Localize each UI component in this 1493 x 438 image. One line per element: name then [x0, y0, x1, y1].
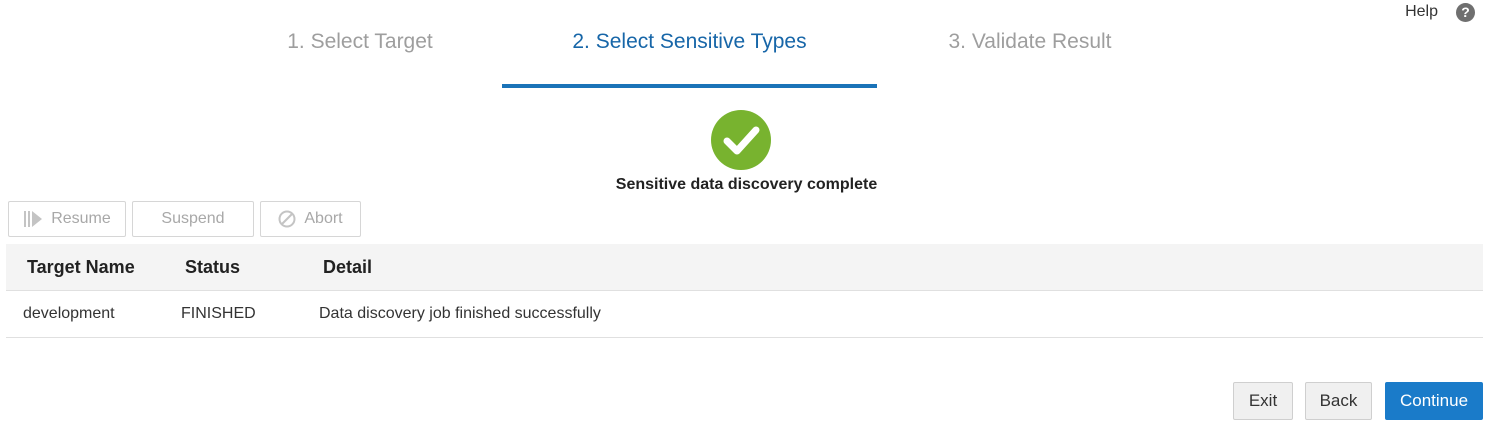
- exit-button[interactable]: Exit: [1233, 382, 1293, 420]
- train-step-select-target[interactable]: 1. Select Target: [260, 30, 460, 88]
- abort-button[interactable]: Abort: [260, 201, 361, 237]
- continue-button[interactable]: Continue: [1385, 382, 1483, 420]
- resume-label: Resume: [51, 210, 111, 227]
- wizard-train: 1. Select Target 2. Select Sensitive Typ…: [0, 0, 1493, 90]
- abort-icon: [278, 210, 296, 228]
- status-message: Sensitive data discovery complete: [615, 176, 878, 193]
- job-toolbar: Resume Suspend Abort: [8, 201, 361, 237]
- cell-target-name: development: [23, 305, 115, 322]
- column-header-target-name[interactable]: Target Name: [27, 244, 135, 290]
- train-step-select-sensitive-types[interactable]: 2. Select Sensitive Types: [502, 30, 877, 88]
- abort-label: Abort: [304, 210, 343, 227]
- table-row[interactable]: development FINISHED Data discovery job …: [6, 291, 1483, 338]
- cell-status: FINISHED: [181, 305, 256, 322]
- suspend-label: Suspend: [161, 210, 225, 227]
- resume-button[interactable]: Resume: [8, 201, 126, 237]
- current-step-indicator: [502, 84, 877, 88]
- cell-detail: Data discovery job finished successfully: [319, 305, 601, 322]
- back-button[interactable]: Back: [1305, 382, 1372, 420]
- resume-icon: [24, 211, 43, 227]
- table-header: Target Name Status Detail: [6, 244, 1483, 291]
- suspend-button[interactable]: Suspend: [132, 201, 254, 237]
- check-circle-icon: [711, 110, 771, 170]
- discovery-jobs-table: Target Name Status Detail development FI…: [6, 244, 1483, 338]
- column-header-detail[interactable]: Detail: [323, 244, 372, 290]
- train-step-validate-result[interactable]: 3. Validate Result: [930, 30, 1130, 88]
- column-header-status[interactable]: Status: [185, 244, 240, 290]
